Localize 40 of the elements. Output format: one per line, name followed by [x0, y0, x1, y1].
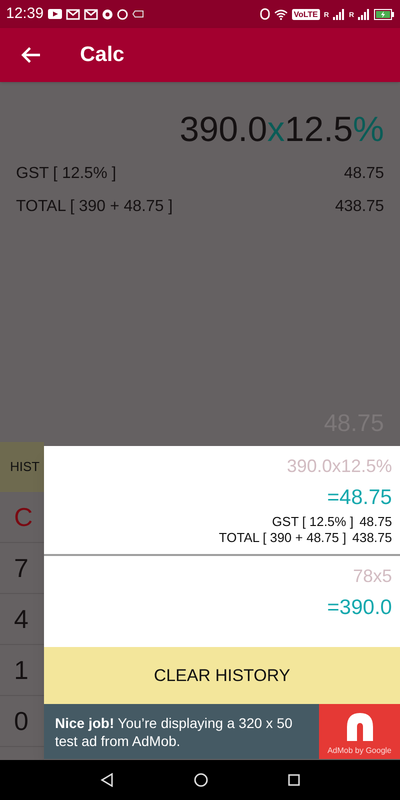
keypad-key[interactable]: 4 [14, 600, 28, 638]
status-time: 12:39 [6, 4, 44, 24]
history-card[interactable]: 78x5 =390.0 [44, 556, 400, 647]
mail-icon [66, 8, 80, 20]
row-value: 48.75 [344, 164, 384, 184]
badge-icon [102, 8, 113, 20]
history-result: =48.75 [327, 486, 392, 510]
network-badge: VoLTE [292, 8, 320, 20]
battery-icon [374, 8, 394, 20]
history-card[interactable]: 390.0x12.5% =48.75 GST [ 12.5% ] 48.75 TOTAL [ 390 + 48.75 ] 438.75 [44, 446, 400, 554]
clear-history-button[interactable]: CLEAR HISTORY [44, 647, 400, 704]
detail-label: TOTAL [ 390 + 48.75 ] [218, 530, 346, 546]
signal-icon [358, 8, 370, 20]
keypad-key[interactable]: 0 [14, 702, 28, 740]
history-expression: 390.0x12.5% [286, 455, 392, 477]
recents-nav-icon[interactable] [288, 774, 300, 786]
mail-icon [84, 8, 98, 20]
back-nav-icon[interactable] [100, 773, 114, 787]
keypad-key[interactable]: 1 [14, 650, 28, 690]
row-value: 438.75 [335, 197, 384, 217]
row-label: TOTAL [ 390 + 48.75 ] [16, 197, 173, 217]
row-label: GST [ 12.5% ] [16, 164, 116, 184]
tag-icon [132, 10, 144, 18]
history-expression: 78x5 [352, 565, 392, 587]
app-title: Calc [80, 42, 124, 68]
ad-brand: AdMob by Google [327, 745, 392, 757]
video-icon [48, 9, 62, 19]
home-nav-icon[interactable] [194, 773, 208, 787]
signal-icon [332, 8, 345, 20]
expression-display: 390.0x12.5% [180, 109, 384, 151]
history-result: =390.0 [327, 596, 392, 620]
detail-value: 48.75 [359, 514, 392, 530]
ad-logo-panel[interactable]: AdMob by Google [319, 704, 400, 759]
ad-text: Nice job! You’re displaying a 320 x 50 test ad from AdMob. [55, 714, 294, 750]
wifi-icon [274, 8, 288, 20]
back-arrow-icon [21, 46, 41, 64]
keypad-key[interactable]: C [14, 498, 33, 536]
detail-label: GST [ 12.5% ] [272, 514, 354, 530]
keypad-key[interactable]: 7 [14, 548, 28, 588]
detail-value: 438.75 [352, 530, 392, 546]
